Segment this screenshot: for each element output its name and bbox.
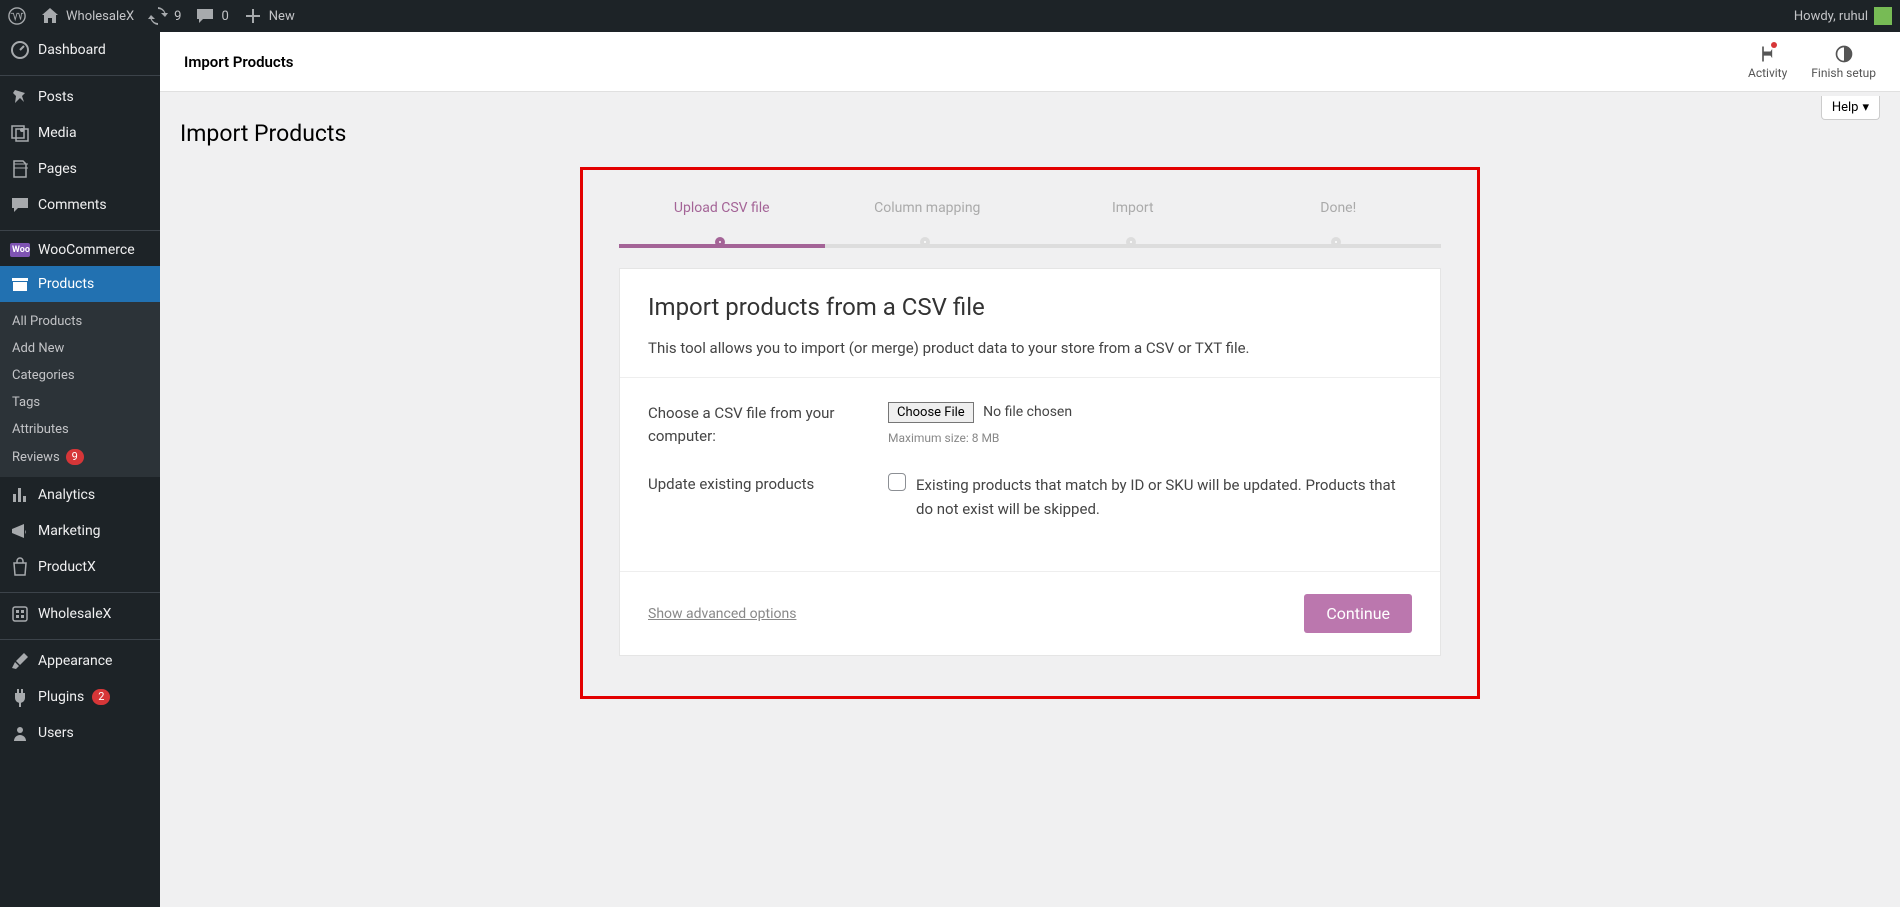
site-name[interactable]: WholesaleX [40,6,134,26]
woo-header: Import Products Activity Finish setup [160,32,1900,92]
menu-marketing[interactable]: Marketing [0,513,160,549]
activity-dot [1771,42,1777,48]
step-upload: Upload CSV file [619,200,825,240]
reviews-badge: 9 [66,449,84,465]
menu-dashboard[interactable]: Dashboard [0,32,160,68]
howdy-text: Howdy, ruhul [1794,9,1868,24]
import-card: Import products from a CSV file This too… [619,268,1441,656]
card-title: Import products from a CSV file [648,293,1412,321]
comment-icon [195,6,215,26]
wordpress-icon [8,7,26,25]
card-description: This tool allows you to import (or merge… [648,339,1412,357]
menu-plugins[interactable]: Plugins 2 [0,679,160,715]
page-icon [10,159,30,179]
submenu-categories[interactable]: Categories [0,362,160,389]
dashboard-icon [10,40,30,60]
wp-logo[interactable] [8,7,26,25]
products-icon [10,274,30,294]
update-existing-label: Update existing products [648,473,858,496]
woo-header-title: Import Products [184,53,294,71]
content-area: Import Products Activity Finish setup He… [160,32,1900,907]
page-title: Import Products [180,120,1880,147]
max-size-hint: Maximum size: 8 MB [888,431,1412,445]
analytics-icon [10,485,30,505]
comments-bar[interactable]: 0 [195,6,228,26]
menu-media[interactable]: Media [0,115,160,151]
megaphone-icon [10,521,30,541]
step-import: Import [1030,200,1236,240]
menu-wholesalex[interactable]: WholesaleX [0,596,160,632]
activity-button[interactable]: Activity [1748,44,1787,80]
finish-setup-button[interactable]: Finish setup [1811,44,1876,80]
step-mapping: Column mapping [825,200,1031,240]
comments-count: 0 [221,9,228,24]
chevron-down-icon: ▾ [1862,100,1869,115]
file-status: No file chosen [983,404,1072,420]
update-existing-checkbox[interactable] [888,473,906,491]
bag-icon [10,557,30,577]
woo-icon: Woo [10,243,30,257]
updates[interactable]: 9 [148,6,181,26]
submenu-tags[interactable]: Tags [0,389,160,416]
home-icon [40,6,60,26]
submenu-attributes[interactable]: Attributes [0,416,160,443]
progress-icon [1834,44,1854,64]
menu-productx[interactable]: ProductX [0,549,160,585]
stepper: Upload CSV file Column mapping Import Do… [619,200,1441,240]
updates-count: 9 [174,9,181,24]
admin-sidebar: Dashboard Posts Media Pages Comments Woo… [0,32,160,907]
avatar [1874,7,1892,25]
update-existing-desc: Existing products that match by ID or SK… [916,473,1412,521]
help-tab[interactable]: Help ▾ [1821,96,1880,120]
menu-users[interactable]: Users [0,715,160,751]
plugin-icon [10,687,30,707]
wholesalex-icon [10,604,30,624]
users-icon [10,723,30,743]
pin-icon [10,87,30,107]
menu-products[interactable]: Products [0,266,160,302]
continue-button[interactable]: Continue [1304,594,1412,633]
menu-analytics[interactable]: Analytics [0,477,160,513]
menu-woocommerce[interactable]: Woo WooCommerce [0,234,160,266]
menu-pages[interactable]: Pages [0,151,160,187]
new-label: New [269,9,295,24]
comments-icon [10,195,30,215]
admin-bar: WholesaleX 9 0 New Howdy, ruhul [0,0,1900,32]
submenu-reviews[interactable]: Reviews 9 [0,443,160,471]
step-done: Done! [1236,200,1442,240]
site-name-label: WholesaleX [66,9,134,24]
highlight-box: Upload CSV file Column mapping Import Do… [580,167,1480,699]
new-content[interactable]: New [243,6,295,26]
howdy[interactable]: Howdy, ruhul [1794,7,1892,25]
brush-icon [10,651,30,671]
menu-comments[interactable]: Comments [0,187,160,223]
submenu-all-products[interactable]: All Products [0,308,160,335]
show-advanced-link[interactable]: Show advanced options [648,606,796,622]
menu-posts[interactable]: Posts [0,79,160,115]
plus-icon [243,6,263,26]
choose-file-button[interactable]: Choose File [888,402,974,423]
choose-file-label: Choose a CSV file from your computer: [648,402,858,447]
submenu-add-new[interactable]: Add New [0,335,160,362]
menu-appearance[interactable]: Appearance [0,643,160,679]
media-icon [10,123,30,143]
plugins-badge: 2 [92,689,110,705]
update-icon [148,6,168,26]
products-submenu: All Products Add New Categories Tags Att… [0,302,160,477]
